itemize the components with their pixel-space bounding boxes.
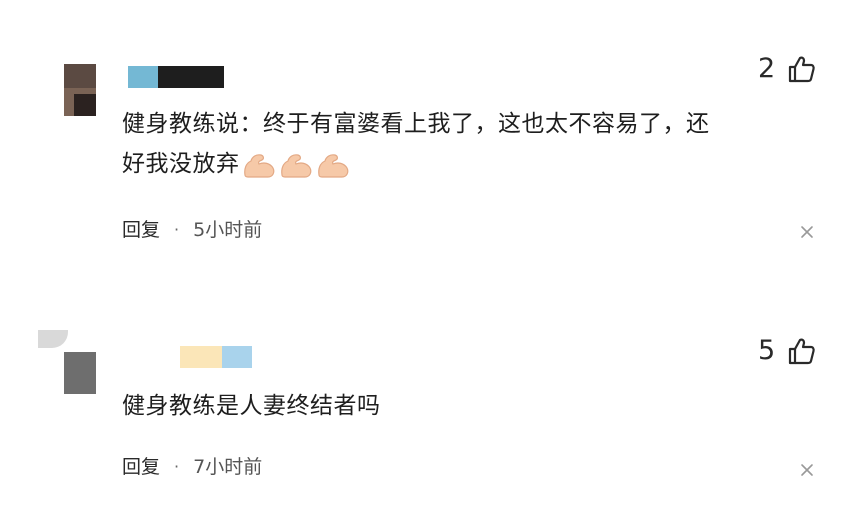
- thumbs-up-icon[interactable]: [786, 54, 816, 84]
- comment-text-tail: 好我没放弃: [122, 151, 240, 177]
- comment-meta: 回复 · 5小时前: [122, 215, 262, 245]
- comment-text-line: 好我没放弃: [122, 144, 822, 185]
- emoji-group: [242, 145, 353, 185]
- reply-button[interactable]: 回复: [122, 215, 160, 245]
- username-obscured[interactable]: [128, 66, 228, 88]
- flexed-biceps-icon: [242, 151, 276, 179]
- avatar[interactable]: [64, 64, 96, 116]
- username-obscured[interactable]: [124, 346, 264, 368]
- comment-meta: 回复 · 7小时前: [122, 452, 262, 482]
- comment-text: 健身教练说：终于有富婆看上我了，这也太不容易了，还 好我没放弃: [122, 104, 822, 185]
- timestamp: 5小时前: [193, 219, 263, 241]
- meta-separator: ·: [174, 220, 180, 239]
- close-icon[interactable]: [800, 225, 814, 239]
- comment-text-line: 健身教练是人妻终结者吗: [122, 393, 381, 419]
- comment-text: 健身教练是人妻终结者吗: [122, 386, 822, 426]
- meta-separator: ·: [174, 457, 180, 476]
- thumbs-up-icon[interactable]: [786, 336, 816, 366]
- reply-button[interactable]: 回复: [122, 452, 160, 482]
- like-count: 5: [758, 335, 776, 366]
- comment-item: 2 健身教练说：终于有富婆看上我了，这也太不容易了，还 好我没放弃 回复 · 5…: [0, 0, 844, 290]
- close-icon[interactable]: [800, 463, 814, 477]
- timestamp: 7小时前: [193, 456, 263, 478]
- comment-item: 5 健身教练是人妻终结者吗 回复 · 7小时前: [0, 290, 844, 510]
- comment-text-line: 健身教练说：终于有富婆看上我了，这也太不容易了，还: [122, 111, 710, 137]
- flexed-biceps-icon: [279, 151, 313, 179]
- flexed-biceps-icon: [316, 151, 350, 179]
- avatar[interactable]: [38, 330, 96, 394]
- like-count: 2: [758, 53, 776, 84]
